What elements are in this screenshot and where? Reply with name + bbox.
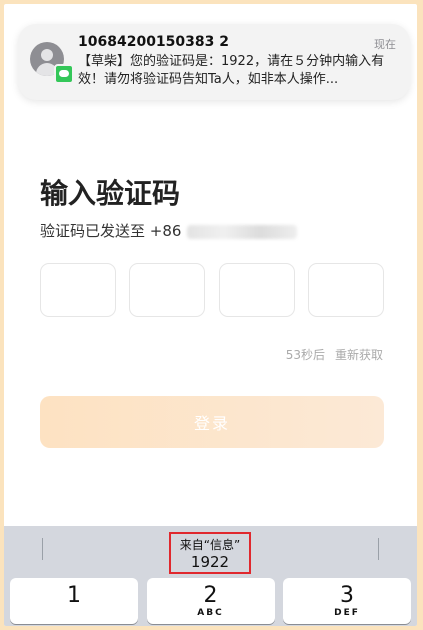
key-number: 1	[67, 582, 81, 608]
sent-to-text: 验证码已发送至 +86	[40, 220, 298, 241]
code-digit-1[interactable]	[40, 263, 116, 317]
code-input-row	[40, 263, 384, 317]
key-number: 3	[340, 582, 354, 608]
key-row: 1 2 ABC 3 DEF	[10, 578, 411, 624]
messages-app-icon	[54, 64, 74, 84]
suggestion-source: 来自“信息”	[179, 538, 241, 552]
key-letters: ABC	[197, 607, 224, 618]
suggestion-code: 1922	[190, 553, 230, 571]
phone-screen: 10684200150383 2 现在 【草柴】您的验证码是：1922，请在５分…	[4, 4, 417, 626]
sms-notification[interactable]: 10684200150383 2 现在 【草柴】您的验证码是：1922，请在５分…	[18, 24, 410, 100]
countdown-timer: 53秒后	[285, 348, 325, 362]
notification-time: 现在	[374, 38, 396, 51]
code-digit-2[interactable]	[129, 263, 206, 317]
code-digit-3[interactable]	[218, 263, 295, 317]
login-button[interactable]: 登录	[40, 396, 384, 448]
numeric-keyboard: 来自“信息” 1922 1 2 ABC 3 DEF	[4, 526, 417, 626]
resend-countdown: 53秒后 重新获取	[286, 346, 383, 363]
autofill-code-suggestion[interactable]: 来自“信息” 1922	[169, 532, 251, 574]
sent-to-label: 验证码已发送至 +86	[40, 222, 182, 240]
autofill-suggestion-bar: 来自“信息” 1922	[4, 526, 417, 574]
key-letters: DEF	[334, 607, 360, 618]
code-digit-4[interactable]	[307, 263, 384, 317]
notification-body: 【草柴】您的验证码是：1922，请在５分钟内输入有效！请勿将验证码告知Ta人，如…	[78, 54, 385, 87]
key-3[interactable]: 3 DEF	[283, 578, 411, 624]
key-1[interactable]: 1	[10, 578, 138, 624]
notification-sender: 10684200150383 2	[78, 34, 229, 50]
page-title: 输入验证码	[40, 177, 181, 210]
suggestion-divider	[42, 538, 43, 560]
resend-link[interactable]: 重新获取	[335, 348, 383, 362]
key-number: 2	[203, 582, 218, 608]
key-2[interactable]: 2 ABC	[146, 578, 275, 624]
suggestion-divider	[378, 538, 379, 560]
masked-phone-number	[187, 224, 298, 239]
